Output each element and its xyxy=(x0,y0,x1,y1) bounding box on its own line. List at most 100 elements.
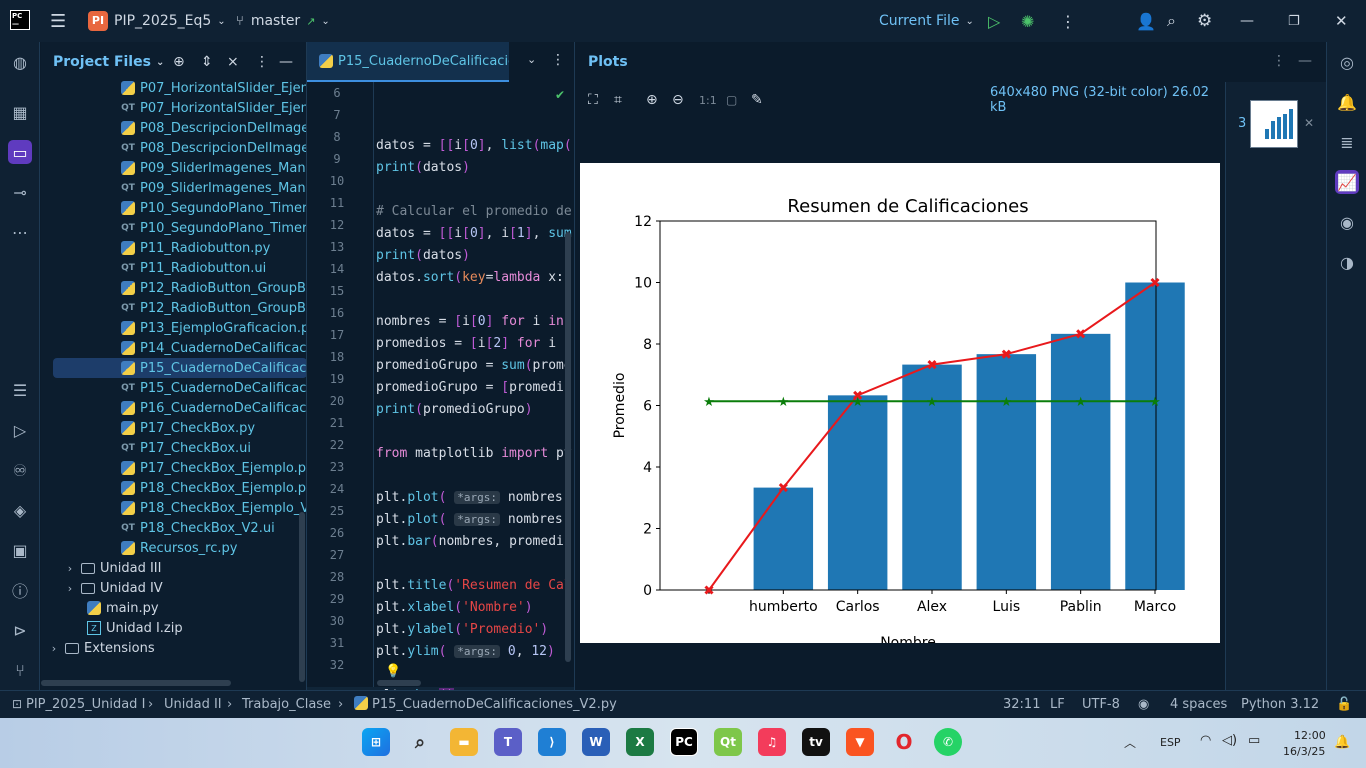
layers-icon[interactable]: ◈ xyxy=(8,498,32,522)
tree-file[interactable]: main.py xyxy=(41,598,306,618)
crop-icon[interactable]: ⌗ xyxy=(614,92,622,108)
services-icon[interactable]: ⊳ xyxy=(8,618,32,642)
chevron-right-icon[interactable]: › xyxy=(63,562,77,575)
tray-chevron-icon[interactable]: ︿ xyxy=(1124,734,1136,751)
music-icon[interactable]: ♫ xyxy=(758,728,786,756)
zoom-out-icon[interactable]: ⊖ xyxy=(672,92,684,108)
gear-icon[interactable]: ⚙ xyxy=(1197,0,1212,42)
tree-file[interactable]: QT P12_RadioButton_GroupBox xyxy=(41,298,306,318)
clock-time[interactable]: 12:00 xyxy=(1294,729,1326,742)
tree-file[interactable]: P18_CheckBox_Ejemplo.py xyxy=(41,478,306,498)
more-icon[interactable]: ⋮ xyxy=(551,52,565,68)
database-icon[interactable]: ≣ xyxy=(1335,130,1359,154)
interpreter[interactable]: Python 3.12 xyxy=(1241,697,1319,712)
options-icon[interactable]: ⋮ xyxy=(1272,53,1286,69)
locate-icon[interactable]: ⊕ xyxy=(173,54,185,70)
tree-file[interactable]: P07_HorizontalSlider_Ejemplo xyxy=(41,78,306,98)
chevron-down-icon[interactable]: ⌄ xyxy=(156,57,164,68)
qt-icon[interactable]: Qt xyxy=(714,728,742,756)
chevron-right-icon[interactable]: › xyxy=(63,582,77,595)
zoom-in-icon[interactable]: ⊕ xyxy=(646,92,658,108)
options-icon[interactable]: ⋮ xyxy=(255,54,269,70)
search-icon[interactable]: ⌕ xyxy=(1167,0,1176,42)
sciview-plots-icon[interactable]: 📈 xyxy=(1335,170,1359,194)
line-separator[interactable]: LF xyxy=(1050,697,1065,712)
lightbulb-icon[interactable]: 💡 xyxy=(385,664,401,679)
commit-icon[interactable]: ⊸ xyxy=(8,180,32,204)
ai-assistant-icon[interactable]: ◎ xyxy=(1335,50,1359,74)
battery-icon[interactable]: ▭ xyxy=(1248,733,1260,748)
project-panel-title[interactable]: Project Files xyxy=(53,54,151,70)
add-user-icon[interactable]: 👤 xyxy=(1136,0,1156,42)
start-icon[interactable]: ⊞ xyxy=(362,728,390,756)
tree-file[interactable]: P14_CuadernoDeCalificaciones xyxy=(41,338,306,358)
terminal-icon[interactable]: ▣ xyxy=(8,538,32,562)
tree-file[interactable]: P18_CheckBox_Ejemplo_V2 xyxy=(41,498,306,518)
run-icon[interactable]: ▷ xyxy=(988,0,1000,42)
close-icon[interactable]: ✕ xyxy=(1335,0,1348,42)
tree-file[interactable]: P13_EjemploGraficacion.py xyxy=(41,318,306,338)
opera-icon[interactable]: O xyxy=(890,728,918,756)
excel-icon[interactable]: X xyxy=(626,728,654,756)
tree-file[interactable]: QT P18_CheckBox_V2.ui xyxy=(41,518,306,538)
collapse-icon[interactable]: ⨯ xyxy=(227,54,239,70)
tree-file[interactable]: P12_RadioButton_GroupBox xyxy=(41,278,306,298)
cursor-position[interactable]: 32:11 xyxy=(1003,697,1040,712)
breadcrumb-item[interactable]: Unidad II xyxy=(164,697,222,712)
breadcrumb-item[interactable]: PIP_2025_Unidad I xyxy=(26,697,145,712)
file-explorer-icon[interactable]: ▬ xyxy=(450,728,478,756)
notifications-icon[interactable]: 🔔 xyxy=(1335,90,1359,114)
fit-icon[interactable]: ⛶ xyxy=(588,92,598,108)
tree-file[interactable]: P17_CheckBox_Ejemplo.py xyxy=(41,458,306,478)
tree-file[interactable]: P09_SliderImagenes_Manual xyxy=(41,158,306,178)
structure-icon[interactable]: ▦ xyxy=(8,100,32,124)
language-indicator[interactable]: ESP xyxy=(1160,736,1181,749)
vscode-icon[interactable]: ⟩ xyxy=(538,728,566,756)
branch-switcher[interactable]: ⑂ master ↗ ⌄ xyxy=(236,0,330,42)
tree-file[interactable]: P08_DescripcionDelImagenes xyxy=(41,118,306,138)
tree-file[interactable]: QT P10_SegundoPlano_Timer.ui xyxy=(41,218,306,238)
more-tools-icon[interactable]: ⋯ xyxy=(8,220,32,244)
project-folder-icon[interactable]: ▭ xyxy=(8,140,32,164)
tree-file[interactable]: P17_CheckBox.py xyxy=(41,418,306,438)
tree-folder[interactable]: › Unidad IV xyxy=(41,578,306,598)
list-icon[interactable]: ☰ xyxy=(8,378,32,402)
background-icon[interactable]: ▢ xyxy=(726,93,737,107)
tree-file[interactable]: P10_SegundoPlano_Timer.py xyxy=(41,198,306,218)
plot-thumbnail[interactable] xyxy=(1250,100,1298,148)
tree-folder[interactable]: › Unidad III xyxy=(41,558,306,578)
wifi-icon[interactable]: ◠ xyxy=(1200,733,1211,748)
tree-file[interactable]: QT P09_SliderImagenes_Manual xyxy=(41,178,306,198)
brave-icon[interactable]: ▼ xyxy=(846,728,874,756)
problems-icon[interactable]: ⓘ xyxy=(8,578,32,602)
tree-file[interactable]: QT P07_HorizontalSlider_Ejemplo xyxy=(41,98,306,118)
tree-file[interactable]: P15_CuadernoDeCalificaciones xyxy=(53,358,306,378)
tree-file[interactable]: QT P17_CheckBox.ui xyxy=(41,438,306,458)
run-config-select[interactable]: Current File ⌄ xyxy=(879,0,974,42)
word-icon[interactable]: W xyxy=(582,728,610,756)
search-icon[interactable]: ⌕ xyxy=(406,728,434,756)
tree-file[interactable]: P11_Radiobutton.py xyxy=(41,238,306,258)
close-icon[interactable]: ✕ xyxy=(1304,116,1314,130)
editor-tab[interactable]: P15_CuadernoDeCalificaciones_V2.py xyxy=(307,42,509,82)
tree-folder[interactable]: › Extensions xyxy=(41,638,306,658)
tree-file[interactable]: P16_CuadernoDeCalificaciones xyxy=(41,398,306,418)
tree-file[interactable]: QT P15_CuadernoDeCalificaciones xyxy=(41,378,306,398)
file-encoding[interactable]: UTF-8 xyxy=(1082,697,1120,712)
chevron-right-icon[interactable]: › xyxy=(47,642,61,655)
hide-icon[interactable]: — xyxy=(1298,53,1312,69)
more-icon[interactable]: ⋮ xyxy=(1060,0,1076,42)
project-switcher[interactable]: PI PIP_2025_Eq5 ⌄ xyxy=(88,0,226,42)
python-console-icon[interactable]: ♾ xyxy=(8,458,32,482)
minimize-icon[interactable]: — xyxy=(1240,0,1254,42)
horizontal-scrollbar[interactable] xyxy=(377,680,421,686)
code-area[interactable]: 6 7 8 9 10 11 12 13 14 15 16 17 18 19 20 21 22 23 24 25 26 27… xyxy=(307,82,574,690)
git-icon[interactable]: ⑂ xyxy=(8,658,32,682)
vertical-scrollbar[interactable] xyxy=(299,512,305,682)
notifications-icon[interactable]: 🔔 xyxy=(1334,735,1350,750)
chevron-down-icon[interactable]: ⌄ xyxy=(527,53,536,66)
hide-icon[interactable]: — xyxy=(279,54,293,70)
main-menu-icon[interactable]: ☰ xyxy=(50,0,66,42)
breadcrumb-item[interactable]: Trabajo_Clase xyxy=(242,697,331,712)
vertical-scrollbar[interactable] xyxy=(565,232,571,662)
